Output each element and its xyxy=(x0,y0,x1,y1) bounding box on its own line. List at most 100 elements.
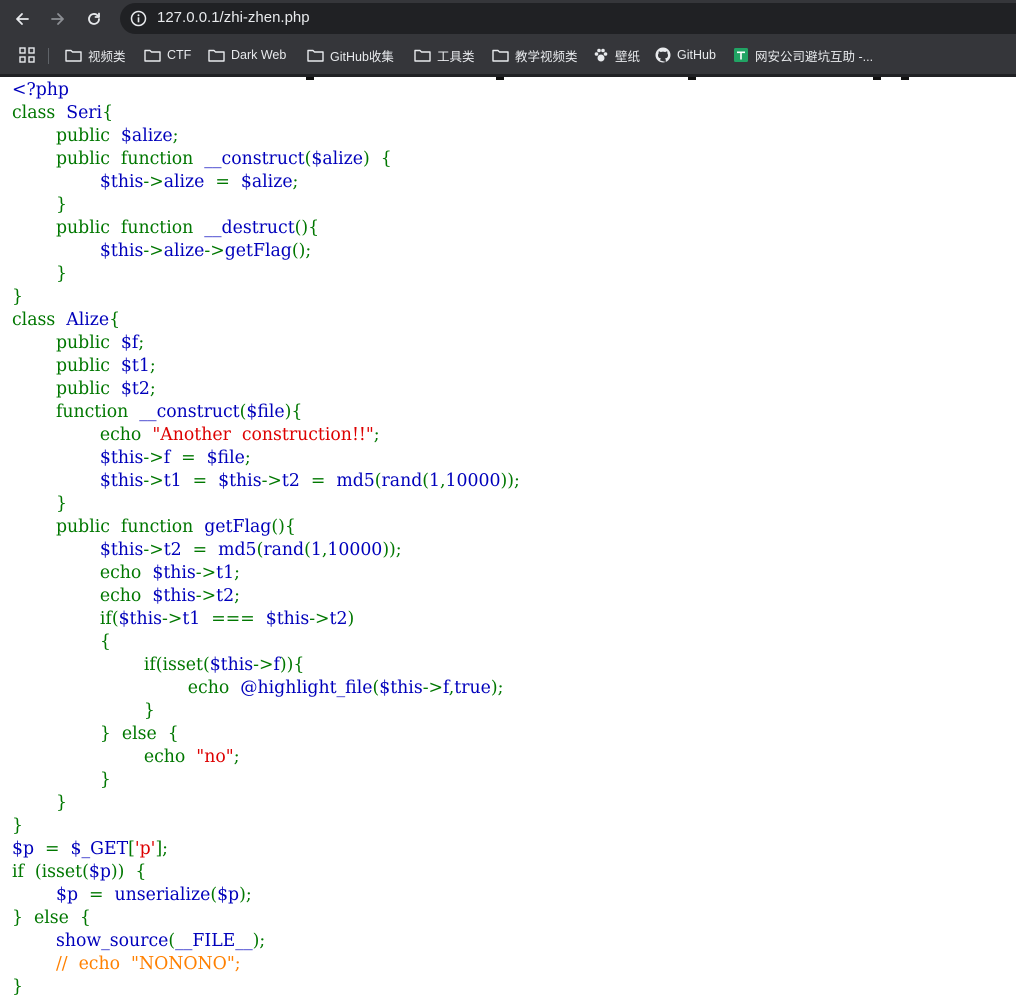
bookmark-folder[interactable]: 教学视频类 xyxy=(492,44,578,66)
code-token: $this xyxy=(99,540,144,560)
code-token: __FILE__ xyxy=(175,931,253,951)
code-token: } xyxy=(12,494,67,514)
site-info-icon[interactable] xyxy=(130,10,147,27)
code-token: public xyxy=(12,356,121,376)
code-token: __construct xyxy=(139,402,240,422)
code-token: $p xyxy=(217,885,240,905)
code-token: class xyxy=(12,103,67,123)
code-token: ); xyxy=(252,931,266,951)
code-token: $this xyxy=(99,241,144,261)
url-text[interactable]: 127.0.0.1/zhi-zhen.php xyxy=(157,9,310,26)
code-token: __destruct xyxy=(204,218,295,238)
code-token: ) { xyxy=(363,149,392,169)
code-line: public $t2; xyxy=(12,378,1012,401)
code-token: ); xyxy=(239,885,252,905)
code-line: } else { xyxy=(12,907,1012,930)
code-line: $this->f = $file; xyxy=(12,447,1012,470)
bookmark-link[interactable]: 网安公司避坑互助 -... xyxy=(732,44,873,66)
code-token: f xyxy=(163,448,182,468)
code-token: = xyxy=(192,540,219,560)
code-token: t2 xyxy=(163,540,193,560)
code-line: class Seri{ xyxy=(12,102,1012,125)
code-token: md5 xyxy=(218,540,257,560)
bookmark-link[interactable]: 壁纸 xyxy=(592,44,640,66)
reload-button[interactable] xyxy=(82,7,106,31)
code-token: echo xyxy=(12,425,153,445)
code-token: show_source xyxy=(55,931,169,951)
code-token: echo xyxy=(12,678,241,698)
bookmark-label: 工具类 xyxy=(437,49,475,64)
code-token: -> xyxy=(143,540,164,560)
code-token: t1 xyxy=(182,609,212,629)
code-token: } xyxy=(12,195,67,215)
code-token: === xyxy=(211,609,266,629)
code-token: { xyxy=(12,632,111,652)
code-token: $alize xyxy=(120,126,173,146)
code-token: md5 xyxy=(336,471,375,491)
code-token: -> xyxy=(204,241,225,261)
code-token: $p xyxy=(88,862,111,882)
code-line: $p = unserialize($p); xyxy=(12,884,1012,907)
code-line: function __construct($file){ xyxy=(12,401,1012,424)
paw-icon xyxy=(594,48,607,62)
code-token: ; xyxy=(233,747,240,767)
browser-toolbar: 127.0.0.1/zhi-zhen.php xyxy=(0,0,1016,38)
code-token: ; xyxy=(149,356,156,376)
code-token: (){ xyxy=(294,218,320,238)
code-token: $this xyxy=(118,609,163,629)
code-token: )) { xyxy=(110,862,147,882)
code-token: true xyxy=(454,678,491,698)
code-token: echo xyxy=(12,563,153,583)
bookmark-label: 壁纸 xyxy=(615,49,641,64)
code-token: [ xyxy=(128,839,135,859)
code-token: 1 xyxy=(429,471,441,491)
code-token: public xyxy=(12,333,121,353)
bookmark-folder[interactable]: Dark Web xyxy=(208,44,286,66)
code-token: } else { xyxy=(12,908,91,928)
folder-icon xyxy=(492,49,509,62)
code-token: $p xyxy=(12,839,46,859)
code-token: 10000 xyxy=(445,471,501,491)
code-token: ); xyxy=(490,678,504,698)
code-token: public function xyxy=(12,149,205,169)
code-line: } xyxy=(12,286,1012,309)
code-token: ; xyxy=(244,448,251,468)
code-line: } xyxy=(12,493,1012,516)
php-source-code: <?php class Seri{ public $alize; public f… xyxy=(12,79,1012,999)
bookmark-folder[interactable]: GitHub收集 xyxy=(307,44,394,66)
back-button[interactable] xyxy=(10,7,34,31)
code-token: "Another construction!!" xyxy=(152,425,374,445)
code-token: public xyxy=(12,379,121,399)
code-token: t2 xyxy=(281,471,311,491)
bookmark-link[interactable]: GitHub xyxy=(654,44,716,66)
code-token: ) xyxy=(347,609,355,629)
code-token: rand xyxy=(381,471,423,491)
code-token: } xyxy=(12,264,67,284)
code-token: { xyxy=(102,103,114,123)
bookmark-folder[interactable]: 视频类 xyxy=(65,44,126,66)
code-token: )); xyxy=(500,471,520,491)
apps-grid-icon[interactable] xyxy=(19,47,35,63)
code-token: 10000 xyxy=(327,540,383,560)
bookmarks-bar: 视频类 CTF Dark Web GitHub收集 工具类 教学视频类 壁纸 G… xyxy=(0,38,1016,74)
code-token: ; xyxy=(138,333,145,353)
code-line: } xyxy=(12,194,1012,217)
code-token: t1 xyxy=(163,471,193,491)
bookmark-folder[interactable]: 工具类 xyxy=(414,44,475,66)
code-token: -> xyxy=(143,471,164,491)
code-line: // echo "NONONO"; xyxy=(12,953,1012,976)
forward-button[interactable] xyxy=(46,7,70,31)
code-token: -> xyxy=(162,609,183,629)
code-token: (); xyxy=(291,241,312,261)
code-token: -> xyxy=(195,586,217,606)
code-token: alize xyxy=(163,241,205,261)
address-bar[interactable]: 127.0.0.1/zhi-zhen.php xyxy=(120,3,1016,34)
bookmark-folder[interactable]: CTF xyxy=(144,44,191,66)
code-token: rand xyxy=(263,540,305,560)
code-token: $this xyxy=(152,586,196,606)
code-token: "no" xyxy=(196,747,234,767)
code-token: $this xyxy=(99,448,144,468)
code-line: $this->alize = $alize; xyxy=(12,171,1012,194)
code-token: -> xyxy=(422,678,444,698)
